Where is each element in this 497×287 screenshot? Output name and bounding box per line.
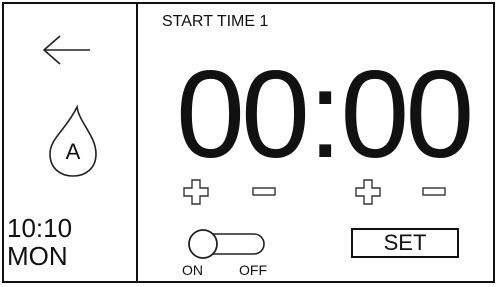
minutes-value: 00 bbox=[340, 46, 474, 184]
hours-value: 00 bbox=[176, 46, 310, 184]
toggle-on-label: ON bbox=[182, 262, 203, 278]
hours-minus-icon[interactable] bbox=[250, 178, 278, 206]
thermostat-screen: A 10:10 MON START TIME 1 00 : 00 ON OFF … bbox=[2, 2, 495, 283]
flame-mode-label: A bbox=[65, 139, 81, 164]
panel-divider bbox=[136, 4, 138, 281]
page-title: START TIME 1 bbox=[162, 13, 269, 30]
hours-plus-icon[interactable] bbox=[182, 178, 210, 206]
back-arrow-icon[interactable] bbox=[40, 32, 94, 68]
current-clock: 10:10 MON bbox=[7, 214, 72, 270]
toggle-off-label: OFF bbox=[239, 262, 267, 278]
clock-day: MON bbox=[7, 241, 68, 271]
time-separator: : bbox=[307, 46, 343, 184]
minutes-minus-icon[interactable] bbox=[420, 178, 448, 206]
set-button[interactable]: SET bbox=[351, 228, 459, 258]
time-display: 00 : 00 bbox=[176, 46, 474, 184]
clock-time: 10:10 bbox=[7, 213, 73, 243]
on-off-toggle[interactable] bbox=[186, 228, 268, 260]
minutes-plus-icon[interactable] bbox=[354, 178, 382, 206]
